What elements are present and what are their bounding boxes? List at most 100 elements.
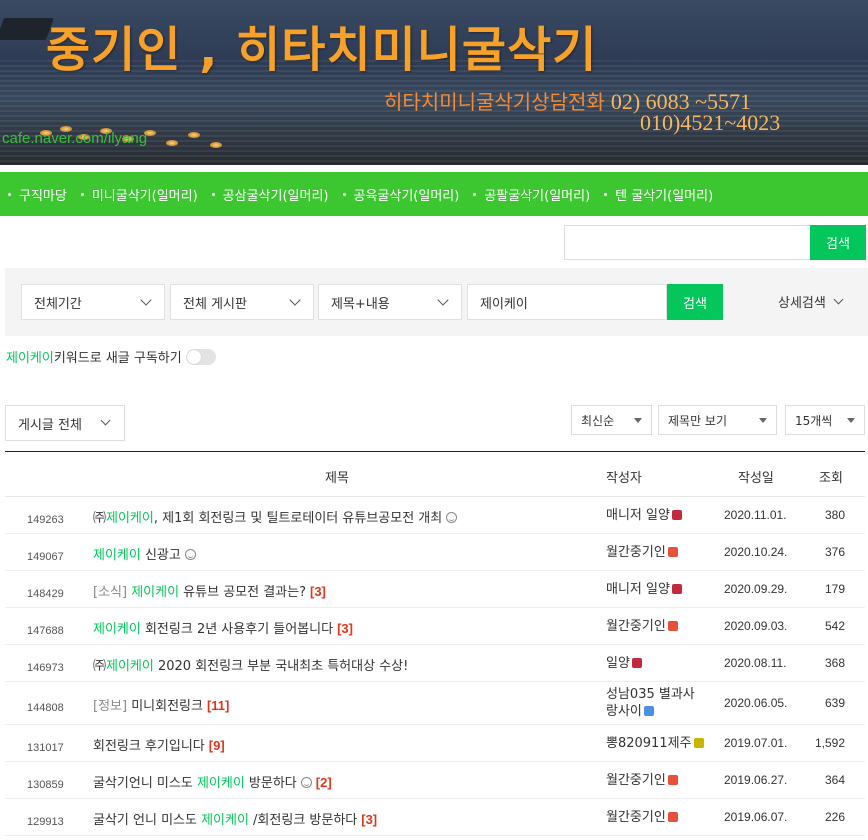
keyword-input[interactable]: 제이케이 — [467, 284, 667, 320]
keyword-subscribe: 제이케이 키워드로 새글 구독하기 — [6, 347, 216, 366]
member-level-icon — [667, 620, 678, 631]
post-title-text: ㈜ — [93, 658, 107, 674]
post-author[interactable]: 일양 — [606, 655, 642, 672]
post-title-text: 회전링크 후기입니다 — [93, 738, 205, 754]
comment-count[interactable]: [3] — [361, 812, 377, 827]
post-title-link[interactable]: ㈜제이케이, 제1회 회전링크 및 틸트로테이터 유튜브공모전 개최 — [93, 507, 458, 526]
banner-title: 중기인 , 히타치미니굴삭기 — [46, 22, 598, 78]
post-author[interactable]: 매니저 일양 — [606, 581, 682, 598]
bullet-icon — [473, 192, 477, 196]
bullet-icon — [211, 192, 215, 196]
period-select[interactable]: 전체기간 — [21, 284, 165, 320]
detail-search-toggle[interactable]: 상세검색 — [778, 292, 844, 311]
chevron-down-icon — [100, 415, 111, 426]
post-author[interactable]: 월간중기인 — [606, 544, 678, 561]
post-title-keyword: 제이케이 — [93, 547, 141, 563]
post-title-link[interactable]: [소식] 제이케이 유튜브 공모전 결과는? [3] — [93, 581, 326, 600]
menu-item[interactable]: 구직마당 — [8, 185, 67, 204]
comment-count[interactable]: [11] — [207, 698, 229, 713]
chevron-down-icon — [833, 294, 844, 305]
post-author[interactable]: 뽕820911제주 — [606, 735, 704, 752]
sort-select[interactable]: 최신순 — [571, 405, 652, 435]
post-author[interactable]: 성남035 별과사 랑사이 — [606, 686, 695, 720]
author-name: 뽕820911제주 — [606, 735, 692, 751]
menu-item-label: 구직마당 — [19, 188, 67, 204]
post-title-link[interactable]: 굴삭기언니 미스도 제이케이 방문하다 [2] — [93, 772, 332, 791]
comment-count[interactable]: [2] — [316, 775, 332, 790]
post-date: 2020.11.01. — [724, 507, 787, 522]
member-level-icon — [667, 546, 678, 557]
post-number: 130859 — [27, 778, 64, 791]
post-title-keyword: 제이케이 — [131, 584, 180, 600]
table-row: 146973 ㈜제이케이 2020 회전링크 부분 국내최초 특허대상 수상! 일양… — [5, 645, 865, 682]
post-title-link[interactable]: 제이케이 회전링크 2년 사용후기 들어봅니다 [3] — [93, 618, 353, 637]
menu-bar: 구직마당 미니굴삭기(일머리) 공삼굴삭기(일머리) 공육굴삭기(일머리) 공팔… — [0, 172, 868, 216]
post-author[interactable]: 매니저 일양 — [606, 507, 682, 524]
member-level-icon — [667, 774, 678, 785]
author-name: 월간중기인 — [606, 809, 666, 825]
post-title-text: /회전링크 방문하다 — [248, 812, 358, 828]
post-date: 2020.09.29. — [724, 581, 788, 596]
detail-search-label: 상세검색 — [778, 296, 826, 311]
post-number: 144808 — [27, 701, 64, 714]
table-row: 148429 [소식] 제이케이 유튜브 공모전 결과는? [3] 매니저 일양 202… — [5, 571, 865, 608]
table-row: 149067 제이케이 신광고 월간중기인 2020.10.24. 376 — [5, 534, 865, 571]
post-title-link[interactable]: 회전링크 후기입니다 [9] — [93, 735, 225, 754]
menu-item[interactable]: 공팔굴삭기(일머리) — [473, 185, 590, 204]
banner-phone2: 010)4521~4023 — [640, 110, 781, 135]
post-title-keyword: 제이케이 — [196, 775, 245, 791]
cafe-search: 검색 — [564, 225, 866, 260]
header-author: 작성자 — [606, 471, 642, 486]
post-author[interactable]: 월간중기인 — [606, 772, 678, 789]
author-name: 성남035 별과사 — [606, 687, 695, 702]
post-date: 2020.09.03. — [724, 618, 788, 633]
cafe-search-input[interactable] — [564, 225, 810, 260]
post-type-select[interactable]: 게시글 전체 — [5, 405, 125, 441]
scope-select[interactable]: 제목+내용 — [318, 284, 462, 320]
menu-item[interactable]: 텐 굴삭기(일머리) — [604, 185, 713, 204]
table-row: 131017 회전링크 후기입니다 [9] 뽕820911제주 2019.07.01. 1… — [5, 725, 865, 762]
post-title-link[interactable]: ㈜제이케이 2020 회전링크 부분 국내최초 특허대상 수상! — [93, 655, 408, 674]
comment-count[interactable]: [3] — [310, 584, 326, 599]
bullet-icon — [604, 192, 608, 196]
comment-count[interactable]: [3] — [337, 621, 353, 636]
header-date: 작성일 — [738, 471, 774, 486]
author-name: 월간중기인 — [606, 544, 666, 560]
header-views: 조회 — [819, 471, 843, 486]
search-filter-panel: 전체기간 전체 게시판 제목+내용 제이케이 검색 상세검색 — [5, 268, 868, 336]
menu-item[interactable]: 미니굴삭기(일머리) — [80, 185, 198, 204]
table-row: 147688 제이케이 회전링크 2년 사용후기 들어봅니다 [3] 월간중기인 202… — [5, 608, 865, 645]
menu-item[interactable]: 공육굴삭기(일머리) — [342, 185, 459, 204]
author-name: 매니저 일양 — [606, 581, 670, 597]
board-select[interactable]: 전체 게시판 — [170, 284, 314, 320]
comment-count[interactable]: [9] — [209, 738, 225, 753]
menu-item[interactable]: 공삼굴삭기(일머리) — [211, 185, 329, 204]
post-title-link[interactable]: 제이케이 신광고 — [93, 544, 196, 563]
banner-url: cafe.naver.com/ilyang — [2, 130, 148, 147]
post-number: 147688 — [27, 624, 64, 637]
post-title-link[interactable]: [정보] 미니회전링크 [11] — [93, 695, 229, 714]
post-date: 2019.07.01. — [724, 735, 788, 750]
post-title-keyword: 제이케이 — [93, 621, 141, 637]
bullet-icon — [80, 192, 84, 196]
post-number: 149067 — [27, 550, 64, 563]
subscribe-toggle[interactable] — [185, 348, 216, 365]
cafe-search-button[interactable]: 검색 — [810, 225, 866, 260]
post-author[interactable]: 월간중기인 — [606, 618, 678, 635]
post-number: 149263 — [27, 513, 64, 526]
post-category: [소식] — [93, 584, 132, 600]
post-author[interactable]: 월간중기인 — [606, 809, 678, 826]
post-title-text: ㈜ — [93, 510, 107, 526]
post-title-keyword: 제이케이 — [106, 510, 154, 526]
post-title-link[interactable]: 굴삭기 언니 미스도 제이케이 /회전링크 방문하다 [3] — [93, 809, 377, 828]
table-row: 129913 굴삭기 언니 미스도 제이케이 /회전링크 방문하다 [3] 월간중기인… — [5, 799, 865, 836]
post-views: 542 — [824, 618, 845, 633]
caret-down-icon — [759, 418, 767, 423]
post-title-keyword: 제이케이 — [106, 658, 154, 674]
per-page-select[interactable]: 15개씩 — [785, 405, 865, 435]
member-level-icon — [671, 583, 682, 594]
author-name: 월간중기인 — [606, 618, 666, 634]
post-title-text: 유튜브 공모전 결과는? — [179, 584, 306, 600]
view-select[interactable]: 제목만 보기 — [658, 405, 777, 435]
filter-search-button[interactable]: 검색 — [667, 284, 723, 320]
